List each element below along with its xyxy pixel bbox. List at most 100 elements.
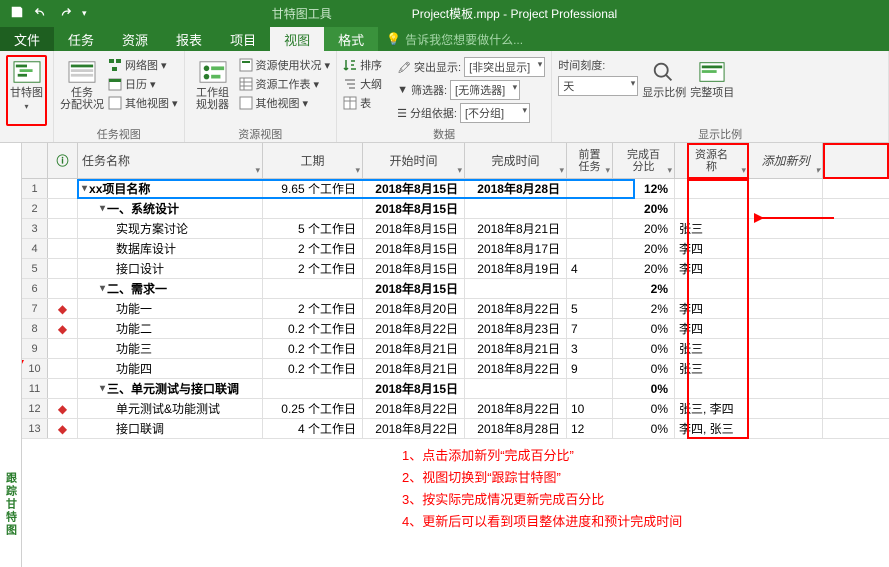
gantt-chart-button[interactable]: 甘特图 ▾ xyxy=(6,55,47,126)
predecessor-cell[interactable] xyxy=(567,279,613,298)
start-cell[interactable]: 2018年8月21日 xyxy=(363,359,465,378)
col-percent-complete[interactable]: 完成百 分比▾ xyxy=(613,143,675,178)
outline-button[interactable]: 大纲 xyxy=(343,76,393,92)
tables-button[interactable]: 表 xyxy=(343,95,393,111)
table-row[interactable]: 7◆功能一2 个工作日2018年8月20日2018年8月22日52%李四 xyxy=(22,299,889,319)
percent-cell[interactable]: 0% xyxy=(613,339,675,358)
tab-report[interactable]: 报表 xyxy=(162,27,216,51)
percent-cell[interactable]: 20% xyxy=(613,219,675,238)
predecessor-cell[interactable] xyxy=(567,239,613,258)
table-row[interactable]: 1xx项目名称9.65 个工作日2018年8月15日2018年8月28日12% xyxy=(22,179,889,199)
task-name-cell[interactable]: 单元测试&功能测试 xyxy=(78,399,263,418)
start-cell[interactable]: 2018年8月15日 xyxy=(363,239,465,258)
task-name-cell[interactable]: 二、需求一 xyxy=(78,279,263,298)
new-cell[interactable] xyxy=(749,339,823,358)
calendar-button[interactable]: 日历 ▾ xyxy=(108,76,178,92)
tab-file[interactable]: 文件 xyxy=(0,27,54,51)
finish-cell[interactable]: 2018年8月22日 xyxy=(465,399,567,418)
start-cell[interactable]: 2018年8月15日 xyxy=(363,379,465,398)
start-cell[interactable]: 2018年8月22日 xyxy=(363,419,465,438)
other-resource-views-button[interactable]: 其他视图 ▾ xyxy=(239,95,331,111)
table-row[interactable]: 10功能四0.2 个工作日2018年8月21日2018年8月22日90%张三 xyxy=(22,359,889,379)
row-number[interactable]: 11 xyxy=(22,379,48,398)
tab-project[interactable]: 项目 xyxy=(216,27,270,51)
group-dropdown[interactable]: [不分组] xyxy=(460,103,530,123)
new-cell[interactable] xyxy=(749,259,823,278)
finish-cell[interactable]: 2018年8月21日 xyxy=(465,339,567,358)
finish-cell[interactable]: 2018年8月19日 xyxy=(465,259,567,278)
new-cell[interactable] xyxy=(749,299,823,318)
percent-cell[interactable]: 0% xyxy=(613,359,675,378)
new-cell[interactable] xyxy=(749,379,823,398)
finish-cell[interactable]: 2018年8月22日 xyxy=(465,299,567,318)
table-row[interactable]: 6二、需求一2018年8月15日2% xyxy=(22,279,889,299)
sort-button[interactable]: 排序 xyxy=(343,57,393,73)
task-name-cell[interactable]: 功能一 xyxy=(78,299,263,318)
task-name-cell[interactable]: xx项目名称 xyxy=(78,179,263,198)
qat-dropdown-icon[interactable]: ▾ xyxy=(82,8,87,19)
timescale-dropdown[interactable]: 天 xyxy=(558,76,638,96)
resource-cell[interactable]: 李四 xyxy=(675,299,749,318)
view-bar[interactable]: 跟踪甘特图 xyxy=(0,143,22,567)
start-cell[interactable]: 2018年8月22日 xyxy=(363,319,465,338)
row-number[interactable]: 4 xyxy=(22,239,48,258)
duration-cell[interactable]: 2 个工作日 xyxy=(263,239,363,258)
row-number[interactable]: 6 xyxy=(22,279,48,298)
resource-sheet-button[interactable]: 资源工作表 ▾ xyxy=(239,76,331,92)
predecessor-cell[interactable]: 12 xyxy=(567,419,613,438)
duration-cell[interactable]: 4 个工作日 xyxy=(263,419,363,438)
task-name-cell[interactable]: 功能二 xyxy=(78,319,263,338)
duration-cell[interactable]: 9.65 个工作日 xyxy=(263,179,363,198)
task-name-cell[interactable]: 实现方案讨论 xyxy=(78,219,263,238)
highlight-dropdown[interactable]: [非突出显示] xyxy=(464,57,545,77)
predecessor-cell[interactable]: 5 xyxy=(567,299,613,318)
task-name-cell[interactable]: 数据库设计 xyxy=(78,239,263,258)
resource-cell[interactable]: 李四 xyxy=(675,259,749,278)
start-cell[interactable]: 2018年8月20日 xyxy=(363,299,465,318)
table-row[interactable]: 2一、系统设计2018年8月15日20% xyxy=(22,199,889,219)
tab-format[interactable]: 格式 xyxy=(324,27,378,51)
predecessor-cell[interactable] xyxy=(567,219,613,238)
resource-cell[interactable]: 张三, 李四 xyxy=(675,399,749,418)
finish-cell[interactable]: 2018年8月23日 xyxy=(465,319,567,338)
resource-cell[interactable] xyxy=(675,279,749,298)
resource-cell[interactable]: 张三 xyxy=(675,219,749,238)
new-cell[interactable] xyxy=(749,279,823,298)
table-row[interactable]: 8◆功能二0.2 个工作日2018年8月22日2018年8月23日70%李四 xyxy=(22,319,889,339)
percent-cell[interactable]: 20% xyxy=(613,199,675,218)
col-add-new[interactable]: 添加新列▾ xyxy=(749,143,823,178)
task-name-cell[interactable]: 三、单元测试与接口联调 xyxy=(78,379,263,398)
task-name-cell[interactable]: 一、系统设计 xyxy=(78,199,263,218)
task-usage-button[interactable]: 任务 分配状况 xyxy=(60,55,104,126)
new-cell[interactable] xyxy=(749,419,823,438)
undo-icon[interactable] xyxy=(34,5,48,22)
percent-cell[interactable]: 0% xyxy=(613,399,675,418)
percent-cell[interactable]: 0% xyxy=(613,379,675,398)
start-cell[interactable]: 2018年8月15日 xyxy=(363,219,465,238)
percent-cell[interactable]: 12% xyxy=(613,179,675,198)
table-row[interactable]: 4数据库设计2 个工作日2018年8月15日2018年8月17日20%李四 xyxy=(22,239,889,259)
task-name-cell[interactable]: 功能三 xyxy=(78,339,263,358)
col-task-name[interactable]: 任务名称▾ xyxy=(78,143,263,178)
col-finish[interactable]: 完成时间▾ xyxy=(465,143,567,178)
start-cell[interactable]: 2018年8月21日 xyxy=(363,339,465,358)
resource-cell[interactable]: 张三 xyxy=(675,339,749,358)
new-cell[interactable] xyxy=(749,179,823,198)
resource-cell[interactable]: 李四, 张三 xyxy=(675,419,749,438)
select-all-cell[interactable] xyxy=(22,143,48,178)
row-number[interactable]: 10 xyxy=(22,359,48,378)
predecessor-cell[interactable]: 3 xyxy=(567,339,613,358)
table-row[interactable]: 9功能三0.2 个工作日2018年8月21日2018年8月21日30%张三 xyxy=(22,339,889,359)
row-number[interactable]: 13 xyxy=(22,419,48,438)
row-number[interactable]: 12 xyxy=(22,399,48,418)
redo-icon[interactable] xyxy=(58,5,72,22)
predecessor-cell[interactable] xyxy=(567,199,613,218)
duration-cell[interactable]: 5 个工作日 xyxy=(263,219,363,238)
predecessor-cell[interactable]: 7 xyxy=(567,319,613,338)
new-cell[interactable] xyxy=(749,199,823,218)
start-cell[interactable]: 2018年8月22日 xyxy=(363,399,465,418)
col-resource-names[interactable]: 资源名 称▾ xyxy=(675,143,749,178)
duration-cell[interactable] xyxy=(263,279,363,298)
resource-cell[interactable]: 张三 xyxy=(675,359,749,378)
predecessor-cell[interactable]: 9 xyxy=(567,359,613,378)
